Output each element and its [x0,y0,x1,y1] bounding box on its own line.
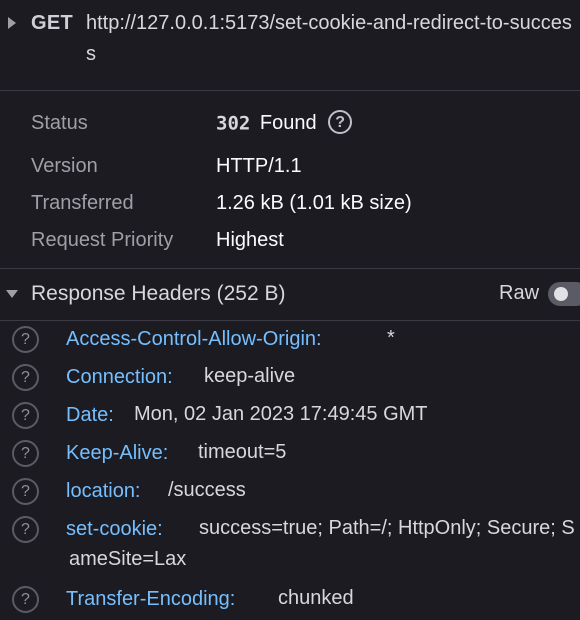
collapse-triangle-icon[interactable] [6,290,18,298]
raw-label: Raw [499,282,540,304]
header-name: Transfer-Encoding: [66,588,236,610]
help-icon[interactable]: ? [12,402,39,429]
status-code: 302 [216,112,251,135]
help-icon[interactable]: ? [12,586,39,613]
transferred-row: Transferred 1.26 kB (1.01 kB size) [0,186,580,222]
divider [0,268,580,269]
status-text: Found [259,112,317,135]
raw-toggle[interactable] [548,282,580,306]
header-name: location: [66,480,141,502]
header-value: timeout=5 [198,441,287,463]
priority-value: Highest [216,229,284,251]
response-headers-title: Response Headers (252 B) [31,282,286,305]
status-value: 302 Found ? [216,110,353,136]
help-icon[interactable]: ? [12,516,39,543]
version-row: Version HTTP/1.1 [0,149,580,185]
help-icon[interactable]: ? [12,326,39,353]
version-value: HTTP/1.1 [216,155,302,177]
header-name: Date: [66,404,114,426]
header-name: Keep-Alive: [66,442,169,464]
header-name: Connection: [66,366,173,388]
request-method: GET [31,12,74,34]
status-row: Status 302 Found ? [0,106,580,142]
header-name: Access-Control-Allow-Origin: [66,328,322,350]
help-icon[interactable]: ? [12,364,39,391]
transferred-value: 1.26 kB (1.01 kB size) [216,192,412,214]
request-url: http://127.0.0.1:5173/set-cookie-and-red… [86,12,572,65]
priority-row: Request Priority Highest [0,223,580,259]
status-label: Status [31,112,88,134]
help-icon[interactable]: ? [12,478,39,505]
header-value: * [387,327,395,349]
divider [0,320,580,321]
transferred-label: Transferred [31,192,134,214]
header-value: Mon, 02 Jan 2023 17:49:45 GMT [134,403,428,425]
version-label: Version [31,155,98,177]
header-value: success=true; Path=/; HttpOnly; Secure; … [69,517,575,570]
header-value: /success [168,479,246,501]
divider [0,90,580,91]
help-icon[interactable]: ? [328,110,353,134]
request-line[interactable]: GET http://127.0.0.1:5173/set-cookie-and… [0,0,580,90]
response-headers-header[interactable]: Response Headers (252 B) Raw [0,270,580,320]
expand-triangle-icon[interactable] [8,17,16,29]
priority-label: Request Priority [31,229,174,251]
header-value: chunked [278,587,354,609]
help-icon[interactable]: ? [12,440,39,467]
toggle-knob [554,287,568,301]
header-value: keep-alive [204,365,296,387]
